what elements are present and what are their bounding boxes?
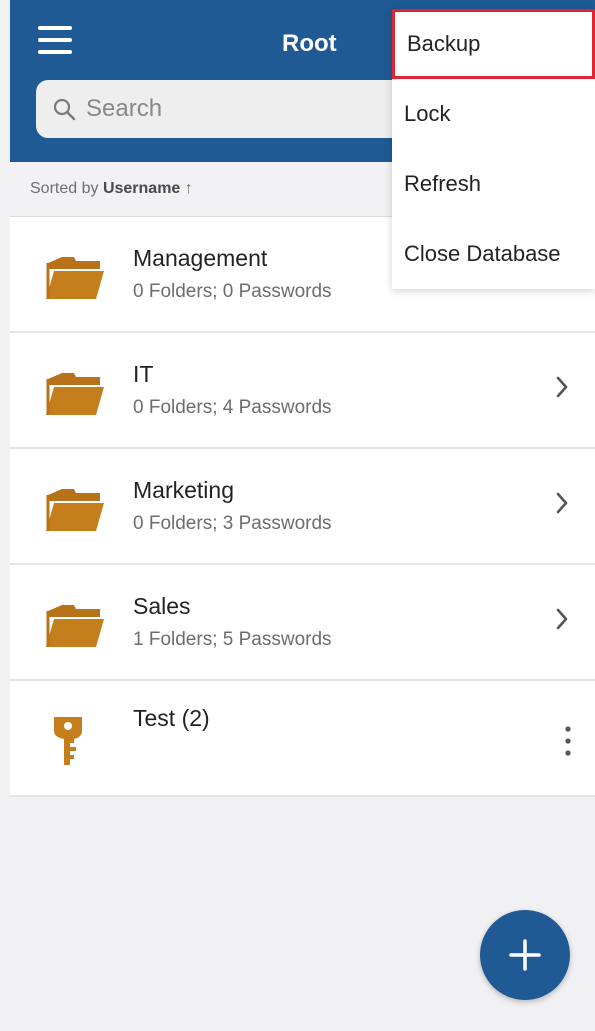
menu-item-close-database[interactable]: Close Database: [392, 219, 595, 289]
item-summary: 0 Folders; 0 Passwords: [133, 281, 332, 302]
hamburger-menu-icon[interactable]: [38, 26, 72, 54]
page-title: Root: [282, 30, 337, 57]
item-name: IT: [133, 361, 154, 387]
list-item[interactable]: Test (2): [10, 681, 595, 797]
chevron-right-icon[interactable]: [555, 607, 569, 631]
item-name: Management: [133, 245, 268, 271]
list-item[interactable]: Sales 1 Folders; 5 Passwords: [10, 565, 595, 681]
key-icon: [54, 717, 82, 765]
item-list: Management 0 Folders; 0 Passwords IT 0 F…: [10, 217, 595, 797]
item-name: Test (2): [133, 705, 210, 731]
overflow-menu: Backup Lock Refresh Close Database: [392, 9, 595, 289]
sort-field: Username: [102, 180, 181, 197]
item-summary: 0 Folders; 3 Passwords: [133, 513, 332, 534]
folder-icon: [46, 373, 104, 415]
list-item[interactable]: IT 0 Folders; 4 Passwords: [10, 333, 595, 449]
folder-icon: [46, 489, 104, 531]
plus-icon: [509, 939, 541, 971]
folder-icon: [46, 605, 104, 647]
item-name: Sales: [133, 593, 191, 619]
menu-item-backup[interactable]: Backup: [392, 9, 595, 79]
sort-arrow-icon: ↑: [184, 180, 193, 197]
add-button[interactable]: [480, 910, 570, 1000]
list-item[interactable]: Marketing 0 Folders; 3 Passwords: [10, 449, 595, 565]
menu-item-lock[interactable]: Lock: [392, 79, 595, 149]
item-summary: 1 Folders; 5 Passwords: [133, 629, 332, 650]
sort-prefix: Sorted by: [30, 180, 99, 197]
chevron-right-icon[interactable]: [555, 491, 569, 515]
more-vertical-icon[interactable]: [565, 725, 571, 757]
item-summary: 0 Folders; 4 Passwords: [133, 397, 332, 418]
folder-icon: [46, 257, 104, 299]
item-name: Marketing: [133, 477, 234, 503]
search-icon: [53, 98, 76, 121]
chevron-right-icon[interactable]: [555, 375, 569, 399]
menu-item-refresh[interactable]: Refresh: [392, 149, 595, 219]
